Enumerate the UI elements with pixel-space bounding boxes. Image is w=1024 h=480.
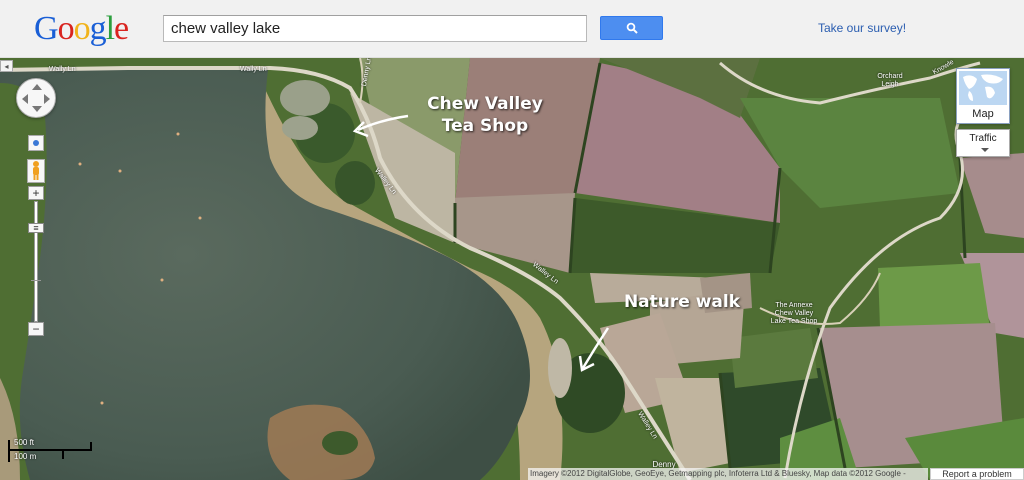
logo-letter: l: [105, 10, 116, 47]
pegman-street-view[interactable]: [27, 159, 45, 183]
logo-letter: e: [114, 10, 129, 47]
place-label-orchard-leigh[interactable]: Orchard Leigh: [870, 73, 910, 89]
pan-up-icon[interactable]: [32, 84, 42, 90]
traffic-label: Traffic: [969, 133, 997, 144]
place-label-annexe[interactable]: The Annexe Chew Valley Lake Tea Shop: [754, 302, 834, 326]
google-logo[interactable]: Google: [34, 9, 129, 49]
zoom-out-button[interactable]: −: [28, 322, 44, 336]
scale-tick: [8, 440, 10, 462]
pegman-icon: [33, 161, 39, 180]
pan-down-icon[interactable]: [32, 106, 42, 112]
report-problem-link[interactable]: Report a problem: [930, 468, 1024, 480]
my-location-button[interactable]: [28, 135, 44, 151]
scale-label-metric: 100 m: [14, 452, 37, 461]
map-canvas[interactable]: Wally Ln Wally Ln Walley Ln Walley Ln Wa…: [0, 58, 1024, 480]
road-label-wally-ln: Wally Ln: [49, 66, 76, 73]
map-attribution: Imagery ©2012 DigitalGlobe, GeoEye, Getm…: [528, 468, 928, 480]
scale-label-imperial: 500 ft: [14, 438, 35, 447]
scale-line: [8, 449, 92, 451]
annotation-tea-shop: Chew Valley Tea Shop: [427, 94, 543, 136]
zoom-slider-track[interactable]: [34, 201, 38, 322]
zoom-tick: [31, 280, 41, 281]
scale-bar: 500 ft 100 m: [6, 438, 96, 468]
zoom-in-button[interactable]: +: [28, 186, 44, 200]
map-type-label: Map: [972, 108, 994, 120]
survey-link[interactable]: Take our survey!: [818, 21, 906, 35]
chevron-down-icon: [981, 148, 989, 152]
magnifier-icon: [626, 22, 638, 34]
map-type-button[interactable]: Map: [956, 68, 1010, 124]
logo-letter: o: [73, 10, 91, 47]
pan-right-icon[interactable]: [44, 94, 50, 104]
annotation-nature-walk: Nature walk: [623, 292, 741, 312]
logo-letter: G: [34, 10, 59, 47]
logo-letter: o: [57, 10, 75, 47]
logo-letter: g: [89, 10, 107, 47]
top-bar: Google Take our survey!: [0, 0, 1024, 58]
pan-control[interactable]: [16, 78, 56, 118]
traffic-layer-button[interactable]: Traffic: [956, 129, 1010, 157]
zoom-slider-thumb[interactable]: ≡: [28, 223, 44, 233]
collapse-panel-button[interactable]: ◂: [0, 60, 13, 72]
search-button[interactable]: [600, 16, 663, 40]
road-label-wally-ln: Wally Ln: [240, 66, 267, 73]
map-thumbnail-icon: [959, 71, 1007, 105]
search-input[interactable]: [163, 15, 587, 42]
location-dot-icon: [33, 140, 39, 146]
pan-left-icon[interactable]: [22, 94, 28, 104]
scale-tick: [90, 442, 92, 451]
scale-tick: [62, 450, 64, 459]
